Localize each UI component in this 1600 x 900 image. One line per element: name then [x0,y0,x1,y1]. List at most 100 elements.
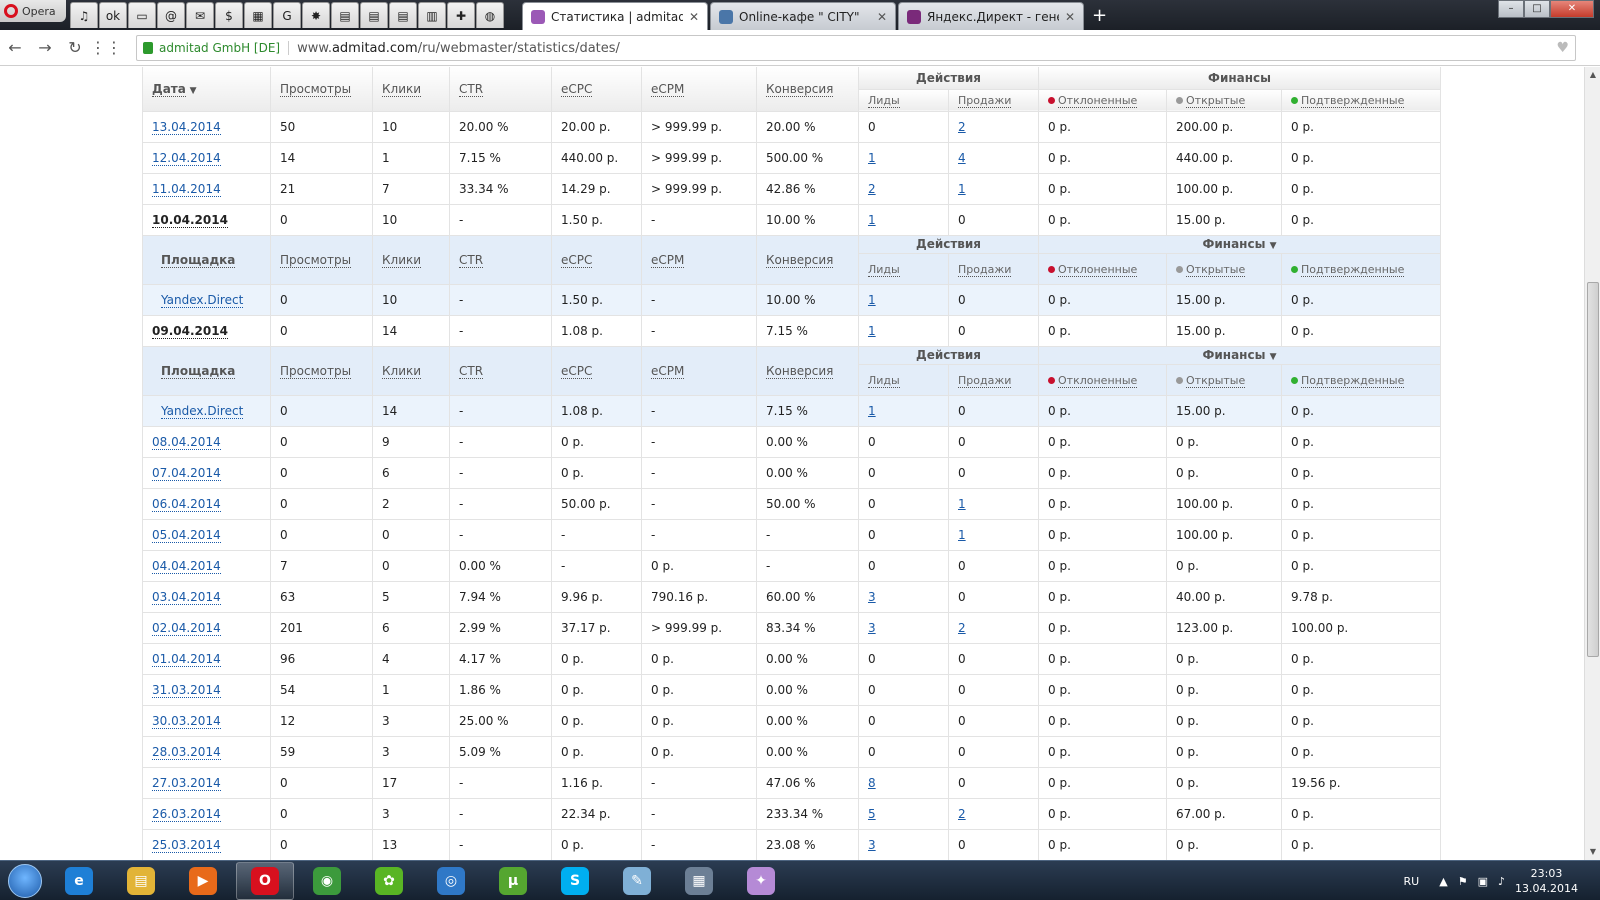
doc3-icon[interactable]: ▤ [389,2,417,28]
g-icon[interactable]: G [273,2,301,28]
tab-0[interactable]: Статистика | admitad ✕ [522,2,708,30]
header-ecpm[interactable]: eCPM [651,363,685,379]
sales-value[interactable]: 2 [958,120,966,134]
header-conv[interactable]: Конверсия [766,81,834,97]
header-views[interactable]: Просмотры [280,81,352,97]
subth-rejected[interactable]: Отклоненные [1038,253,1168,285]
bookmark-heart-icon[interactable]: ♥ [1556,40,1569,56]
odnoklassniki-icon[interactable]: ok [99,2,127,28]
header-leads[interactable]: Лиды [868,262,900,277]
leads-value[interactable]: 3 [868,621,876,635]
th-ecpc[interactable]: eCPC [551,67,642,112]
subth-open[interactable]: Открытые [1166,253,1283,285]
header-clicks[interactable]: Клики [382,363,422,379]
subth-confirmed[interactable]: Подтвержденные [1281,364,1442,396]
tab-close-icon[interactable]: ✕ [877,10,887,24]
header-leads[interactable]: Лиды [868,94,900,108]
tab-1[interactable]: Online-кафе " CITY" ✕ [710,2,896,30]
vertical-scrollbar[interactable]: ▲ ▼ [1584,67,1600,860]
date-link[interactable]: 05.04.2014 [152,527,221,543]
header-confirmed[interactable]: Подтвержденные [1301,262,1405,277]
th-views[interactable]: Просмотры [270,67,373,112]
subth-finance[interactable]: Финансы ▼ [1038,346,1442,365]
header-sales[interactable]: Продажи [958,94,1012,108]
fire-icon[interactable]: ✸ [302,2,330,28]
mail-icon[interactable]: ✉ [186,2,214,28]
taskbar-app-calculator[interactable]: ▦ [670,862,728,900]
close-window-button[interactable]: ✕ [1550,0,1594,18]
date-link[interactable]: 08.04.2014 [152,434,221,450]
taskbar-app-icq[interactable]: ✿ [360,862,418,900]
tab-close-icon[interactable]: ✕ [1065,10,1075,24]
subth-clicks[interactable]: Клики [372,346,450,396]
date-link[interactable]: 03.04.2014 [152,589,221,605]
header-sales[interactable]: Продажи [958,262,1012,277]
header-views[interactable]: Просмотры [280,252,352,268]
date-link[interactable]: 06.04.2014 [152,496,221,512]
header-ctr[interactable]: CTR [459,81,484,97]
sales-value[interactable]: 1 [958,528,966,542]
mail-ru-icon[interactable]: @ [157,2,185,28]
subth-ctr[interactable]: CTR [449,346,552,396]
subth-sales[interactable]: Продажи [948,364,1040,396]
subth-conv[interactable]: Конверсия [756,235,859,285]
money-icon[interactable]: $ [215,2,243,28]
header-rejected[interactable]: Отклоненные [1058,373,1138,388]
platform-link[interactable]: Yandex.Direct [161,292,244,308]
minimize-button[interactable]: – [1498,0,1524,18]
taskbar-app-chrome[interactable]: ◉ [298,862,356,900]
leads-value[interactable]: 1 [868,151,876,165]
scrollbar-thumb[interactable] [1587,282,1599,657]
globe-icon[interactable]: ◍ [476,2,504,28]
subth-open[interactable]: Открытые [1166,364,1283,396]
header-open[interactable]: Открытые [1186,94,1246,108]
header-confirmed[interactable]: Подтвержденные [1301,373,1405,388]
subth-clicks[interactable]: Клики [372,235,450,285]
sales-value[interactable]: 1 [958,497,966,511]
leads-value[interactable]: 1 [868,404,876,418]
th-leads[interactable]: Лиды [858,89,949,112]
date-link[interactable]: 26.03.2014 [152,806,221,822]
header-sales[interactable]: Продажи [958,373,1012,388]
leads-value[interactable]: 8 [868,776,876,790]
header-confirmed[interactable]: Подтвержденные [1301,94,1405,108]
language-indicator[interactable]: RU [1404,875,1420,888]
th-rejected[interactable]: Отклоненные [1038,89,1168,112]
header-open[interactable]: Открытые [1186,262,1246,277]
date-link[interactable]: 13.04.2014 [152,119,221,135]
th-ecpm[interactable]: eCPM [641,67,757,112]
taskbar-app-utorrent[interactable]: µ [484,862,542,900]
date-link[interactable]: 27.03.2014 [152,775,221,791]
header-conv[interactable]: Конверсия [766,363,834,379]
subth-rejected[interactable]: Отклоненные [1038,364,1168,396]
subth-leads[interactable]: Лиды [858,253,949,285]
subth-ecpc[interactable]: eCPC [551,235,642,285]
subth-conv[interactable]: Конверсия [756,346,859,396]
action-center-icon[interactable]: ⚑ [1458,875,1468,888]
date-link[interactable]: 12.04.2014 [152,150,221,166]
subth-finance[interactable]: Финансы ▼ [1038,235,1442,254]
opera-menu-button[interactable]: Opera [0,0,66,22]
header-platform[interactable]: Площадка [161,363,236,379]
date-link[interactable]: 04.04.2014 [152,558,221,574]
network-icon[interactable]: ▣ [1478,875,1488,888]
sales-value[interactable]: 2 [958,807,966,821]
taskbar-app-explorer[interactable]: ▤ [112,862,170,900]
scroll-up-arrow-icon[interactable]: ▲ [1585,67,1600,83]
th-sales[interactable]: Продажи [948,89,1040,112]
leads-value[interactable]: 1 [868,324,876,338]
sales-value[interactable]: 2 [958,621,966,635]
date-link-expanded[interactable]: 09.04.2014 [152,323,228,339]
subth-ecpm[interactable]: eCPM [641,235,757,285]
th-confirmed[interactable]: Подтвержденные [1281,89,1442,112]
subth-ecpm[interactable]: eCPM [641,346,757,396]
taskbar-app-paint[interactable]: ✦ [732,862,790,900]
music-icon[interactable]: ♫ [70,2,98,28]
taskbar-app-notes[interactable]: ✎ [608,862,666,900]
sales-value[interactable]: 4 [958,151,966,165]
back-button[interactable]: ← [0,38,30,57]
date-link[interactable]: 11.04.2014 [152,181,221,197]
taskbar-app-browser-globe[interactable]: ◎ [422,862,480,900]
header-ctr[interactable]: CTR [459,252,484,268]
date-link[interactable]: 31.03.2014 [152,682,221,698]
